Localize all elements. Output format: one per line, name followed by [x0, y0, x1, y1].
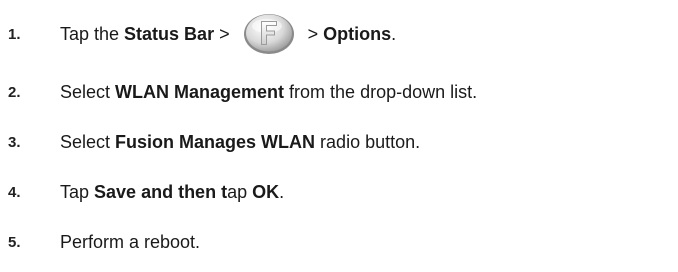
ui-term: Options: [323, 24, 392, 44]
step-5: 5. Perform a reboot.: [0, 224, 678, 260]
step-2: 2. Select WLAN Management from the drop-…: [0, 74, 678, 110]
step-text-segment: .: [279, 182, 285, 202]
step-text-segment: >: [214, 24, 235, 44]
step-text-segment: .: [391, 24, 397, 44]
step-number: 5.: [8, 233, 21, 251]
step-number: 2.: [8, 83, 21, 101]
step-text-segment: ap: [227, 182, 253, 202]
ui-term: OK: [252, 182, 280, 202]
step-text: Select WLAN Management from the drop-dow…: [60, 81, 477, 103]
ui-term: Save and then t: [94, 182, 228, 202]
step-text-segment: Select: [60, 132, 116, 152]
step-text: Select Fusion Manages WLAN radio button.: [60, 131, 420, 153]
step-text: Tap the Status Bar > > Options .: [60, 12, 396, 56]
step-text-segment: radio button.: [315, 132, 421, 152]
step-text-segment: Tap the: [60, 24, 125, 44]
step-text-segment: Tap: [60, 182, 95, 202]
ui-term: Fusion Manages WLAN: [115, 132, 316, 152]
step-text-segment: from the drop-down list.: [284, 82, 478, 102]
step-text-segment: >: [302, 24, 324, 44]
step-1: 1. Tap the Status Bar > > Options .: [0, 14, 678, 54]
step-text-segment: Select: [60, 82, 116, 102]
step-3: 3. Select Fusion Manages WLAN radio butt…: [0, 124, 678, 160]
step-4: 4. Tap Save and then t ap OK .: [0, 174, 678, 210]
step-number: 1.: [8, 25, 21, 43]
ui-term: WLAN Management: [115, 82, 285, 102]
ui-term: Status Bar: [124, 24, 215, 44]
fusion-icon: [241, 11, 297, 55]
step-number: 4.: [8, 183, 21, 201]
step-text: Perform a reboot.: [60, 231, 200, 253]
step-text-segment: Perform a reboot.: [60, 232, 201, 252]
step-number: 3.: [8, 133, 21, 151]
instruction-steps: 1. Tap the Status Bar > > Options . 2. S…: [0, 0, 678, 272]
step-text: Tap Save and then t ap OK .: [60, 181, 284, 203]
